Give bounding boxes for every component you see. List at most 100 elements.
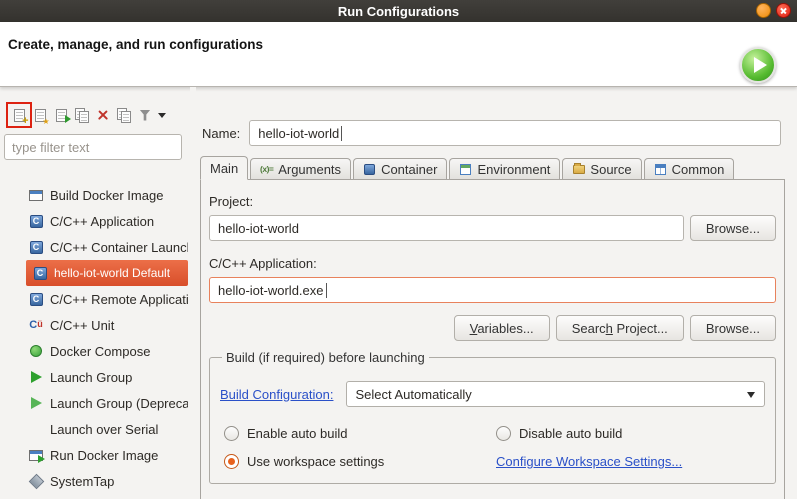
build-before-launch-group: Build (if required) before launching Bui… [209, 350, 776, 484]
search-project-button[interactable]: Search Project... [556, 315, 684, 341]
play-triangle [754, 57, 767, 73]
tree-item-label: SystemTap [50, 474, 114, 489]
radio-checked-icon [224, 454, 239, 469]
radio-label: Use workspace settings [247, 454, 384, 469]
project-input[interactable]: hello-iot-world [209, 215, 684, 241]
common-icon [655, 164, 666, 175]
duplicate-icon[interactable] [73, 106, 91, 124]
banner-title: Create, manage, and run configurations [8, 37, 263, 52]
tab-common[interactable]: Common [644, 158, 735, 179]
application-value: hello-iot-world.exe [218, 283, 324, 298]
tree-item-launch-over-serial[interactable]: Launch over Serial [26, 416, 188, 442]
combo-selected-value: Select Automatically [355, 387, 471, 402]
tab-label: Common [672, 162, 725, 177]
tree-item-label: hello-iot-world Default [54, 266, 170, 280]
build-configuration-row: Build Configuration: Select Automaticall… [220, 381, 765, 407]
tree-item-label: Run Docker Image [50, 448, 158, 463]
tree-item-c-remote-application[interactable]: C/C++ Remote Application [26, 286, 188, 312]
build-configuration-select[interactable]: Select Automatically [346, 381, 765, 407]
text-caret [341, 126, 342, 141]
tab-environment[interactable]: Environment [449, 158, 560, 179]
project-row: hello-iot-world Browse... [209, 215, 776, 241]
variables-button[interactable]: Variables... [454, 315, 550, 341]
tree-item-hello-iot-world-default[interactable]: hello-iot-world Default [26, 260, 188, 286]
tab-source[interactable]: Source [562, 158, 641, 179]
delete-icon[interactable] [94, 106, 112, 124]
launch-types-panel: Build Docker Image C/C++ Application C/C… [0, 87, 190, 499]
build-radio-grid: Enable auto build Disable auto build Use… [220, 426, 765, 469]
environment-icon [460, 164, 471, 175]
filter-input[interactable] [4, 134, 182, 160]
radio-label: Enable auto build [247, 426, 347, 441]
close-icon[interactable] [776, 3, 791, 18]
name-label: Name: [202, 126, 240, 141]
application-label: C/C++ Application: [209, 256, 776, 271]
filter-icon[interactable] [136, 106, 154, 124]
new-configuration-icon[interactable] [10, 106, 28, 124]
c-cpp-icon [28, 213, 44, 229]
tree-item-build-docker-image[interactable]: Build Docker Image [26, 182, 188, 208]
name-row: Name: hello-iot-world [202, 120, 781, 146]
tree-item-label: C/C++ Unit [50, 318, 114, 333]
c-cpp-container-icon [28, 239, 44, 255]
tree-item-systemtap[interactable]: SystemTap [26, 468, 188, 494]
dialog-banner: Create, manage, and run configurations [0, 22, 797, 87]
minimize-icon[interactable] [756, 3, 771, 18]
tree-item-c-container-launcher[interactable]: C/C++ Container Launcher [26, 234, 188, 260]
tab-arguments[interactable]: Arguments [250, 158, 351, 179]
dialog-body: Build Docker Image C/C++ Application C/C… [0, 87, 797, 499]
enable-auto-build-radio[interactable]: Enable auto build [224, 426, 496, 441]
project-value: hello-iot-world [218, 221, 299, 236]
name-value: hello-iot-world [258, 126, 339, 141]
tab-content-main: Project: hello-iot-world Browse... C/C++… [200, 179, 785, 499]
configure-workspace-settings-link[interactable]: Configure Workspace Settings... [496, 454, 765, 469]
tree-item-label: Docker Compose [50, 344, 150, 359]
tab-container[interactable]: Container [353, 158, 447, 179]
run-configurations-dialog: Run Configurations Create, manage, and r… [0, 0, 797, 499]
tree-item-c-unit[interactable]: C/C++ Unit [26, 312, 188, 338]
browse-application-button[interactable]: Browse... [690, 315, 776, 341]
titlebar[interactable]: Run Configurations [0, 0, 797, 22]
tree-item-label: Launch over Serial [50, 422, 158, 437]
tree-item-launch-group-deprecated[interactable]: Launch Group (Deprecated) [26, 390, 188, 416]
launch-group-icon [28, 369, 44, 385]
tree-item-label: C/C++ Application [50, 214, 154, 229]
tree-item-run-docker-image[interactable]: Run Docker Image [26, 442, 188, 468]
tab-bar: Main Arguments Container Environment Sou… [200, 156, 797, 179]
use-workspace-settings-radio[interactable]: Use workspace settings [224, 454, 496, 469]
docker-image-icon [28, 187, 44, 203]
name-input[interactable]: hello-iot-world [249, 120, 781, 146]
blank-icon [28, 421, 44, 437]
new-prototype-icon[interactable] [31, 106, 49, 124]
configurations-tree: Build Docker Image C/C++ Application C/C… [0, 182, 190, 494]
build-configuration-link[interactable]: Build Configuration: [220, 387, 333, 402]
tab-label: Main [210, 161, 238, 176]
project-label: Project: [209, 194, 776, 209]
c-cpp-icon [32, 265, 48, 281]
launch-group-deprecated-icon [28, 395, 44, 411]
tab-main[interactable]: Main [200, 156, 248, 180]
disable-auto-build-radio[interactable]: Disable auto build [496, 426, 765, 441]
radio-unchecked-icon [224, 426, 239, 441]
window-controls [756, 3, 791, 18]
tree-item-c-application[interactable]: C/C++ Application [26, 208, 188, 234]
tab-label: Source [590, 162, 631, 177]
collapse-all-icon[interactable] [115, 106, 133, 124]
tree-item-label: Launch Group (Deprecated) [50, 396, 188, 411]
tree-item-docker-compose[interactable]: Docker Compose [26, 338, 188, 364]
tab-label: Arguments [278, 162, 341, 177]
docker-compose-icon [28, 343, 44, 359]
source-icon [573, 165, 585, 174]
tree-item-launch-group[interactable]: Launch Group [26, 364, 188, 390]
browse-project-button[interactable]: Browse... [690, 215, 776, 241]
tree-item-label: C/C++ Remote Application [50, 292, 188, 307]
tree-item-label: C/C++ Container Launcher [50, 240, 188, 255]
chevron-down-icon[interactable] [158, 113, 166, 118]
tab-label: Container [381, 162, 437, 177]
export-configurations-icon[interactable] [52, 106, 70, 124]
configuration-detail-panel: Name: hello-iot-world Main Arguments Con… [196, 87, 797, 499]
radio-unchecked-icon [496, 426, 511, 441]
application-input[interactable]: hello-iot-world.exe [209, 277, 776, 303]
tree-item-label: Launch Group [50, 370, 132, 385]
systemtap-icon [28, 473, 44, 489]
